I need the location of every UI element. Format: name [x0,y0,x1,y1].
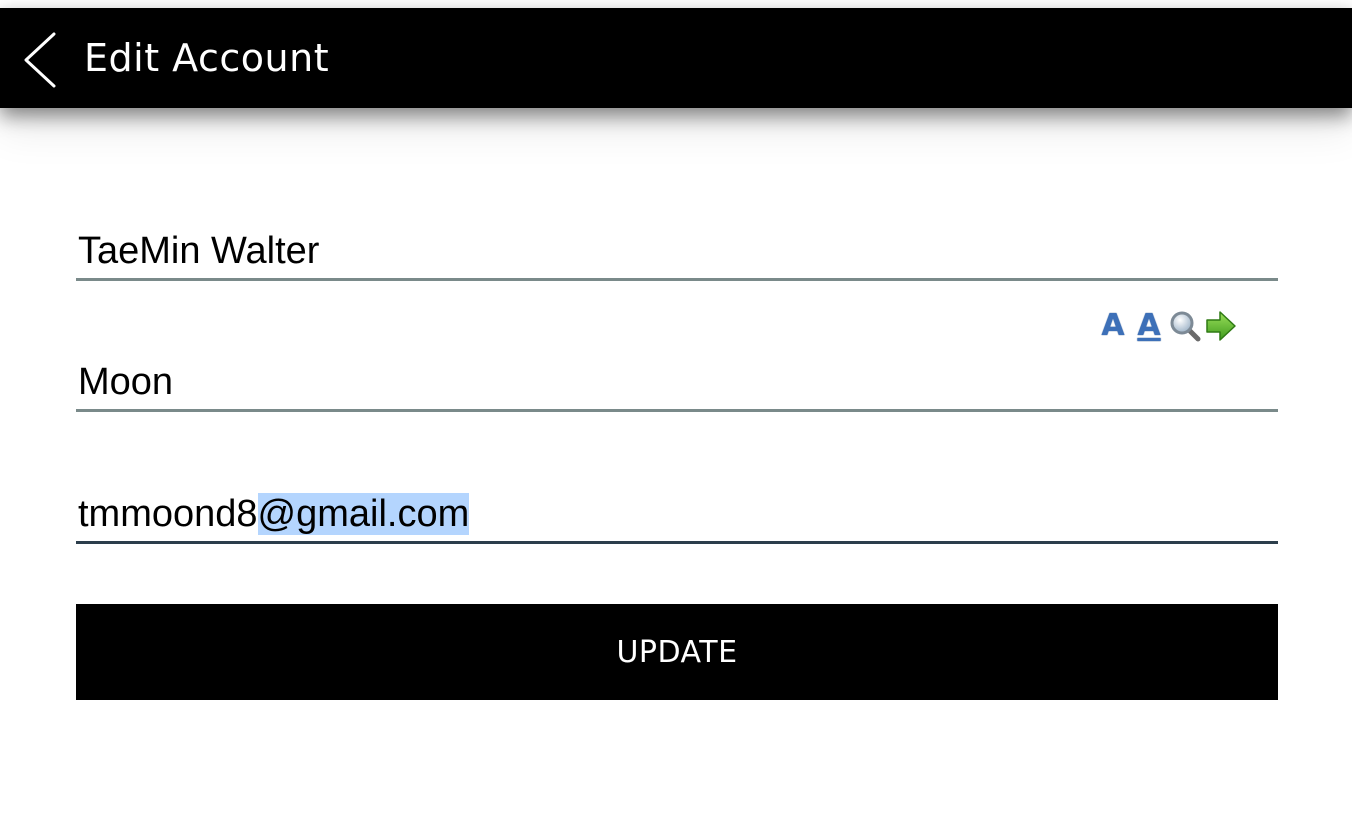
magnifier-icon[interactable] [1168,309,1202,343]
font-underline-letter: A [1137,308,1161,343]
back-button[interactable] [14,28,68,88]
first-name-field[interactable]: TaeMin Walter [76,220,1278,281]
update-button[interactable]: UPDATE [76,604,1278,700]
email-value: tmmoond8@gmail.com [78,493,470,535]
font-size-icon[interactable]: A [1096,309,1130,343]
arrow-right-icon[interactable] [1204,309,1238,343]
font-size-letter: A [1101,308,1125,343]
email-prefix: tmmoond8 [78,493,258,535]
edit-account-page: Edit Account TaeMin Walter A A Moon tmmo… [0,0,1352,828]
app-header: Edit Account [0,8,1352,108]
email-field[interactable]: tmmoond8@gmail.com [76,483,1278,544]
email-selected-text: @gmail.com [257,493,470,535]
font-underline-icon[interactable]: A [1132,309,1166,343]
page-title: Edit Account [84,36,330,80]
chevron-left-icon [24,32,56,88]
last-name-field[interactable]: Moon [76,351,1278,412]
first-name-value: TaeMin Walter [78,230,320,272]
last-name-value: Moon [78,361,174,403]
text-tools-toolbar: A A [1096,308,1238,344]
